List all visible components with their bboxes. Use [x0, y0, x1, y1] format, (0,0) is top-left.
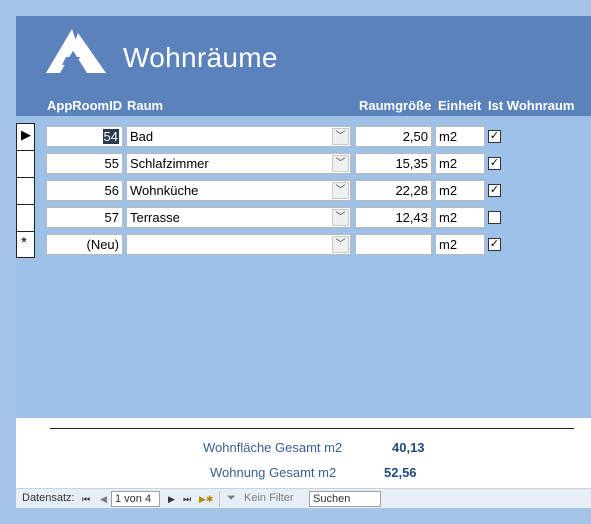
current-record-field[interactable]: 1 von 4	[111, 491, 160, 507]
next-record-icon[interactable]: ▶	[168, 493, 175, 506]
new-record-nav-icon[interactable]: ▶✱	[199, 493, 213, 506]
raum-combobox[interactable]: ﹀	[126, 234, 351, 255]
raumgroesse-field[interactable]: 15,35	[355, 153, 432, 174]
previous-record-icon[interactable]: ◀	[100, 493, 107, 506]
approomid-field[interactable]: 56	[46, 180, 123, 201]
ist-wohnraum-checkbox[interactable]: ✓	[488, 157, 501, 170]
ist-wohnraum-checkbox[interactable]: ✓	[488, 184, 501, 197]
wohnung-total-value: 52,56	[384, 465, 417, 480]
raum-combobox[interactable]: Wohnküche ﹀	[126, 180, 351, 201]
ist-wohnraum-checkbox[interactable]	[488, 211, 501, 224]
einheit-field[interactable]: m2	[435, 126, 485, 147]
divider	[219, 491, 220, 507]
new-record-row: (Neu) ﹀ m2 ✓	[16, 231, 591, 258]
approomid-field[interactable]: (Neu)	[46, 234, 123, 255]
column-header-raumgroesse: Raumgröße	[359, 98, 432, 113]
chevron-down-icon[interactable]: ﹀	[332, 236, 349, 253]
column-header-ist-wohnraum: Ist Wohnraum	[488, 98, 575, 113]
wohnflaeche-total-label: Wohnfläche Gesamt m2	[203, 440, 343, 455]
approomid-field[interactable]: 55	[46, 153, 123, 174]
approomid-field[interactable]: 54	[46, 126, 123, 147]
column-header-einheit: Einheit	[438, 98, 482, 113]
form-header: Wohnräume AppRoomID Raum Raumgröße Einhe…	[16, 16, 591, 116]
table-row: 55 Schlafzimmer ﹀ 15,35 m2 ✓	[16, 150, 591, 177]
table-row: 54 Bad ﹀ 2,50 m2 ✓	[16, 123, 591, 150]
filter-status[interactable]: Kein Filter	[244, 492, 294, 505]
einheit-field[interactable]: m2	[435, 153, 485, 174]
ist-wohnraum-checkbox[interactable]: ✓	[488, 238, 501, 251]
table-row: 57 Terrasse ﹀ 12,43 m2	[16, 204, 591, 231]
table-row: 56 Wohnküche ﹀ 22,28 m2 ✓	[16, 177, 591, 204]
last-record-icon[interactable]: ⏭	[183, 493, 191, 506]
raumgroesse-field[interactable]	[355, 234, 432, 255]
navigation-label: Datensatz:	[22, 492, 75, 504]
search-input[interactable]: Suchen	[309, 491, 381, 507]
column-header-id: AppRoomID	[47, 98, 123, 113]
ist-wohnraum-checkbox[interactable]: ✓	[488, 130, 501, 143]
divider	[50, 428, 574, 429]
raum-combobox[interactable]: Terrasse ﹀	[126, 207, 351, 228]
einheit-field[interactable]: m2	[435, 180, 485, 201]
wohnflaeche-total-value: 40,13	[392, 440, 425, 455]
raum-combobox[interactable]: Schlafzimmer ﹀	[126, 153, 351, 174]
chevron-down-icon[interactable]: ﹀	[332, 182, 349, 199]
chevron-down-icon[interactable]: ﹀	[332, 155, 349, 172]
raumgroesse-field[interactable]: 22,28	[355, 180, 432, 201]
wohnung-total-label: Wohnung Gesamt m2	[210, 465, 337, 480]
raumgroesse-field[interactable]: 2,50	[355, 126, 432, 147]
logo-triangle-icon	[46, 29, 106, 73]
column-header-raum: Raum	[127, 98, 164, 113]
chevron-down-icon[interactable]: ﹀	[332, 209, 349, 226]
approomid-field[interactable]: 57	[46, 207, 123, 228]
einheit-field[interactable]: m2	[435, 207, 485, 228]
first-record-icon[interactable]: ⏮	[82, 493, 90, 506]
form: Wohnräume AppRoomID Raum Raumgröße Einhe…	[16, 16, 591, 508]
einheit-field[interactable]: m2	[435, 234, 485, 255]
form-footer: Wohnfläche Gesamt m2 40,13 Wohnung Gesam…	[16, 418, 591, 492]
raum-combobox[interactable]: Bad ﹀	[126, 126, 351, 147]
raumgroesse-field[interactable]: 12,43	[355, 207, 432, 228]
filter-icon[interactable]: ⏷	[227, 492, 236, 505]
form-title: Wohnräume	[123, 42, 278, 73]
record-navigation-bar: Datensatz: ⏮ ◀ 1 von 4 ▶ ⏭ ▶✱ ⏷ Kein Fil…	[16, 488, 591, 508]
chevron-down-icon[interactable]: ﹀	[332, 128, 349, 145]
